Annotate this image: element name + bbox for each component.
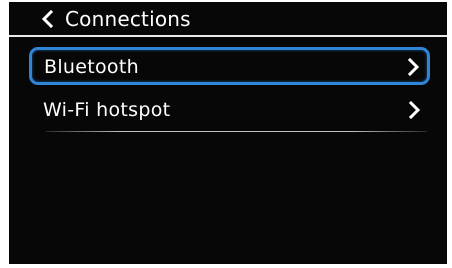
menu-item-label: Bluetooth [44,56,139,78]
header-divider [9,35,447,37]
menu-item-label: Wi-Fi hotspot [43,99,171,121]
back-button[interactable] [39,10,57,28]
menu-item-bluetooth[interactable]: Bluetooth [29,47,430,85]
chevron-right-icon [407,58,421,76]
connections-screen: Connections Bluetooth Wi-Fi hotspot [9,2,447,264]
header-bar: Connections [9,2,447,35]
menu-item-wifi-hotspot[interactable]: Wi-Fi hotspot [29,91,430,129]
page-title: Connections [65,7,191,31]
chevron-right-icon [408,101,422,119]
chevron-left-icon [41,10,54,28]
list-divider [46,131,427,132]
